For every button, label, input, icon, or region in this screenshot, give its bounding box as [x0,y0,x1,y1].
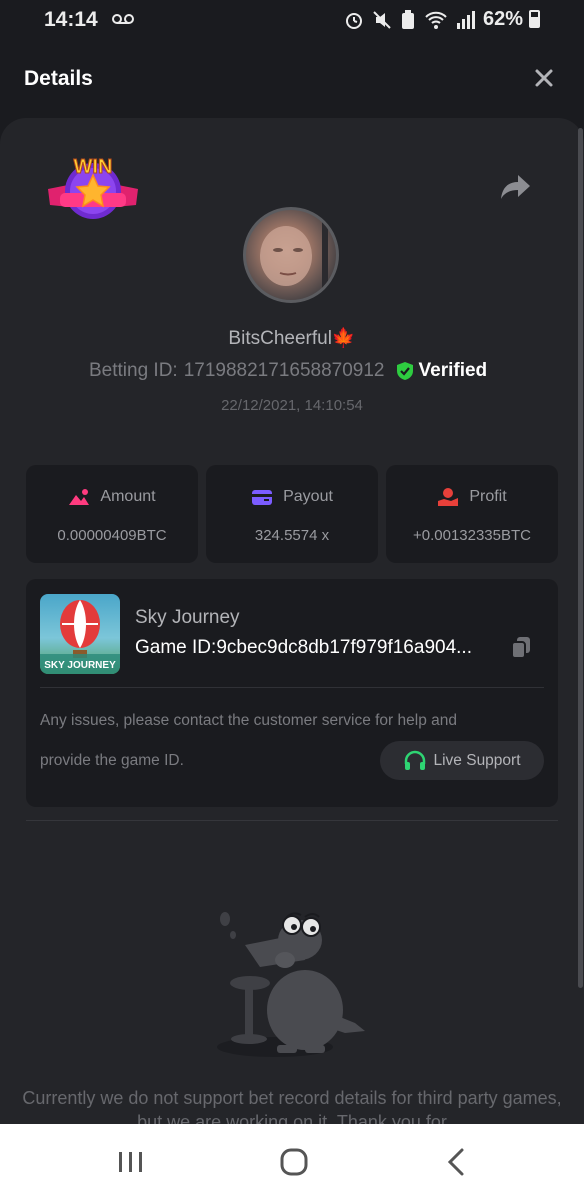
username: BitsCheerful🍁 [228,328,356,349]
game-id-value: 9cbec9dc8db17f979f16a904... [216,637,472,658]
payout-icon [252,490,273,505]
status-icons [344,10,476,30]
share-icon [501,175,530,199]
battery-icon [529,10,540,28]
recent-apps-button[interactable] [112,1146,148,1178]
game-name: Sky Journey [135,607,240,628]
crocodile-mascot-illustration [205,905,375,1065]
payout-label: Payout [283,488,333,505]
wifi-icon [425,11,447,29]
live-support-button[interactable]: Live Support [380,741,544,780]
divider [40,687,544,688]
live-support-label: Live Support [433,751,521,769]
recycle-icon [402,10,414,29]
game-card: SKY JOURNEY Sky Journey Game ID:9cbec9dc… [26,579,558,807]
profit-header: Profit [386,487,558,507]
close-button[interactable] [530,64,558,92]
game-id-row: Game ID:9cbec9dc8db17f979f16a904... [135,637,472,659]
headset-icon [405,750,426,770]
battery-percent: 62% [483,8,524,30]
amount-header: Amount [26,487,198,507]
voicemail-icon [112,13,134,28]
section-divider [26,820,558,821]
win-badge-text: WIN [74,156,113,178]
payout-header: Payout [206,487,378,507]
back-button[interactable] [440,1146,476,1178]
close-icon [535,69,553,87]
profit-icon [438,488,459,506]
mute-icon [373,11,391,29]
copy-game-id-button[interactable] [510,636,532,660]
scrollbar[interactable] [578,128,583,988]
game-id-label: Game ID: [135,637,217,658]
help-text-line1: Any issues, please contact the customer … [40,712,457,729]
verified-label: Verified [418,360,488,381]
alarm-icon [346,13,362,29]
verified-shield-icon [396,362,413,380]
profit-card: Profit +0.00132335BTC [386,465,558,563]
amount-card: Amount 0.00000409BTC [26,465,198,563]
bet-timestamp: 22/12/2021, 14:10:54 [221,397,363,414]
betting-id-row: Betting ID: 1719882171658870912 Verified [89,360,487,382]
recent-apps-icon [119,1152,142,1172]
win-badge: WIN [46,155,140,225]
back-icon [447,1148,464,1176]
payout-value: 324.5574 x [254,527,330,544]
copy-icon [511,637,530,659]
profit-label: Profit [469,488,507,505]
share-button[interactable] [498,172,532,202]
betting-id-label: Betting ID: [89,360,178,381]
status-time: 14:14 [44,8,98,31]
amount-icon [69,489,90,505]
amount-value: 0.00000409BTC [57,527,167,544]
signal-icon [457,11,475,29]
details-header: Details [0,40,584,120]
profit-value: +0.00132335BTC [412,527,531,544]
system-nav-bar [0,1124,584,1200]
home-button[interactable] [276,1146,312,1178]
status-bar: 14:14 62% [0,0,584,40]
avatar [243,207,339,303]
help-text-line2: provide the game ID. [40,752,184,769]
game-thumbnail[interactable]: SKY JOURNEY [40,594,120,674]
payout-card: Payout 324.5574 x [206,465,378,563]
betting-id-value: 1719882171658870912 [183,360,385,381]
amount-label: Amount [100,488,156,505]
game-thumb-label: SKY JOURNEY [44,660,116,671]
home-icon [280,1148,308,1176]
page-title: Details [24,67,93,90]
